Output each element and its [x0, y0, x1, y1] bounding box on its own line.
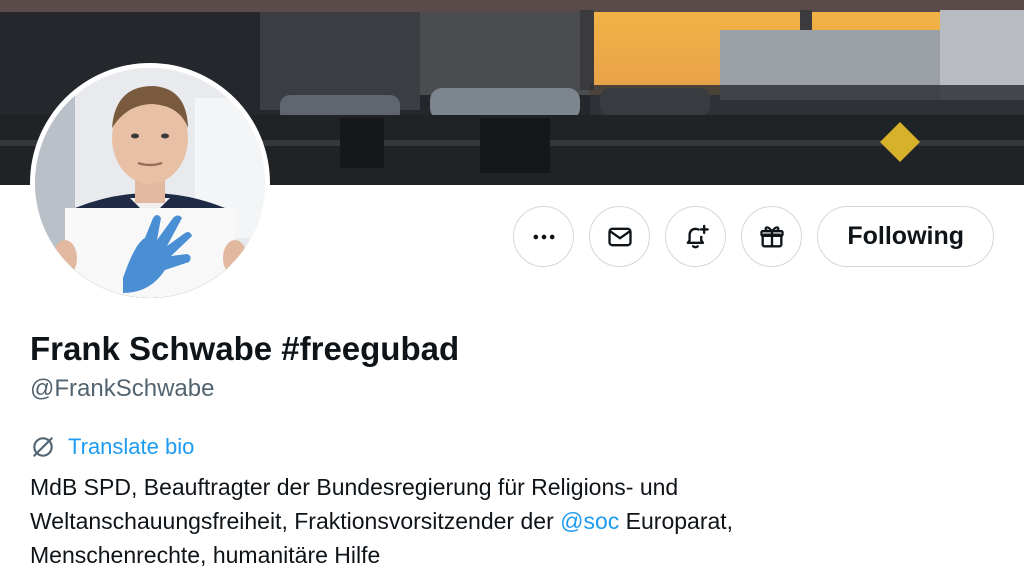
- username-handle: @FrankSchwabe: [30, 375, 215, 402]
- translate-bio-label: Translate bio: [68, 434, 195, 459]
- gift-icon: [760, 225, 784, 247]
- envelope-icon: [608, 227, 632, 246]
- translate-bio-link[interactable]: Translate bio: [30, 434, 194, 460]
- profile-actions: Following: [513, 206, 994, 267]
- bio-line-3: Menschenrechte, humanitäre Hilfe: [30, 542, 381, 568]
- avatar-photo: [35, 68, 265, 298]
- mention-link[interactable]: @soc: [560, 508, 619, 534]
- notifications-button[interactable]: [665, 206, 727, 267]
- bio-text: Weltanschauungsfreiheit, Fraktionsvorsit…: [30, 508, 561, 534]
- more-horizontal-icon: [533, 234, 555, 239]
- bio-text: Europarat,: [619, 508, 734, 534]
- profile-bio: MdB SPD, Beauftragter der Bundesregierun…: [30, 470, 990, 572]
- bio-line-1: MdB SPD, Beauftragter der Bundesregierun…: [30, 474, 679, 500]
- gift-button[interactable]: [741, 206, 803, 267]
- more-button[interactable]: [513, 206, 575, 267]
- following-button[interactable]: Following: [817, 206, 994, 267]
- profile-avatar[interactable]: [30, 63, 270, 303]
- message-button[interactable]: [589, 206, 651, 267]
- bio-line-2: Weltanschauungsfreiheit, Fraktionsvorsit…: [30, 504, 990, 538]
- translate-icon: [30, 434, 56, 460]
- bell-plus-icon: [686, 224, 709, 248]
- display-name: Frank Schwabe #freegubad: [30, 330, 460, 367]
